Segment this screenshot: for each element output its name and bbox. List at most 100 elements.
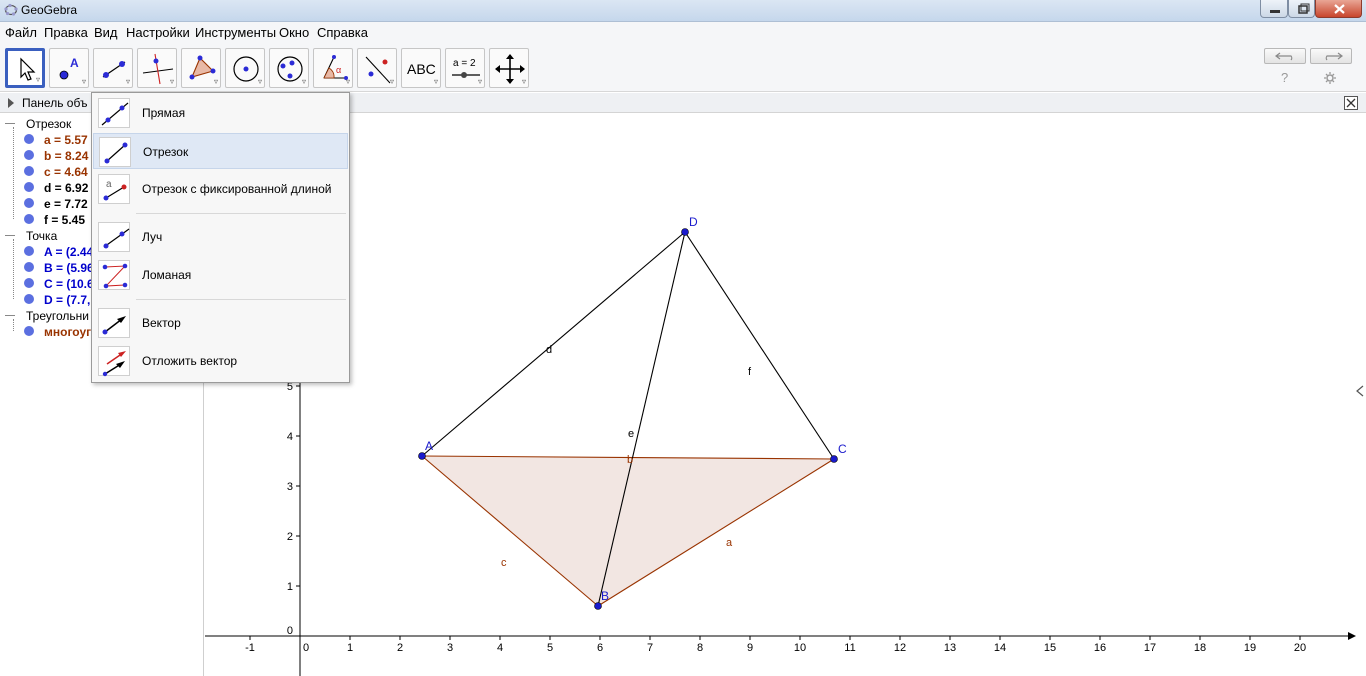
x-tick-label: 1 xyxy=(347,642,353,654)
svg-text:a = 2: a = 2 xyxy=(453,58,476,69)
visibility-toggle[interactable] xyxy=(24,166,34,176)
x-tick-label: 4 xyxy=(497,642,503,654)
menu-tools[interactable]: Инструменты xyxy=(195,25,276,40)
tool-point[interactable]: A ▿ xyxy=(49,48,89,88)
menu-help[interactable]: Справка xyxy=(317,25,368,40)
menu-item-label: Ломаная xyxy=(142,268,192,282)
expand-arrow-icon[interactable] xyxy=(6,97,16,109)
segment-f[interactable] xyxy=(684,231,835,460)
object-A[interactable]: A = (2.44 xyxy=(44,245,93,259)
object-e[interactable]: e = 7.72 xyxy=(44,197,88,211)
menu-separator xyxy=(136,299,346,300)
segment-icon xyxy=(99,137,131,167)
menu-item-label: Отрезок xyxy=(143,145,189,159)
point-A[interactable] xyxy=(418,452,426,460)
geometry-canvas[interactable]: -1 0 1 2 3 4 5 6 7 8 9 10 11 12 13 14 15 16 17 18 19 20012345… xyxy=(205,114,1366,676)
point-B[interactable] xyxy=(594,602,602,610)
redo-button[interactable] xyxy=(1310,48,1352,64)
menu-settings[interactable]: Настройки xyxy=(126,25,190,40)
x-tick-label: 7 xyxy=(647,642,653,654)
object-polygon[interactable]: многоуг xyxy=(44,325,91,339)
tool-reflect[interactable]: ▿ xyxy=(357,48,397,88)
fixed-segment-icon: a xyxy=(98,174,130,204)
menu-file[interactable]: Файл xyxy=(5,25,37,40)
menu-item-polyline[interactable]: Ломаная xyxy=(93,257,348,293)
title-bar: GeoGebra xyxy=(0,0,1366,22)
object-f[interactable]: f = 5.45 xyxy=(44,213,85,227)
visibility-toggle[interactable] xyxy=(24,246,34,256)
segment-d[interactable] xyxy=(421,231,686,457)
undo-icon xyxy=(1275,52,1293,61)
object-d[interactable]: d = 6.92 xyxy=(44,181,88,195)
close-view-icon[interactable] xyxy=(1344,96,1358,110)
menu-item-vector[interactable]: Вектор xyxy=(93,305,348,341)
visibility-toggle[interactable] xyxy=(24,262,34,272)
menu-item-ray[interactable]: Луч xyxy=(93,219,348,255)
tool-slider[interactable]: a = 2 ▿ xyxy=(445,48,485,88)
help-icon[interactable]: ? xyxy=(1281,70,1288,85)
close-button[interactable] xyxy=(1315,0,1362,18)
restore-button[interactable] xyxy=(1288,0,1315,18)
menu-view[interactable]: Вид xyxy=(94,25,118,40)
x-tick-label: -1 xyxy=(245,642,255,654)
point-C[interactable] xyxy=(830,455,838,463)
x-tick-label: 2 xyxy=(397,642,403,654)
x-tick-label: 18 xyxy=(1194,642,1206,654)
visibility-toggle[interactable] xyxy=(24,134,34,144)
point-D[interactable] xyxy=(681,228,689,236)
visibility-toggle[interactable] xyxy=(24,182,34,192)
x-tick-label: 10 xyxy=(794,642,806,654)
segment-label-e: e xyxy=(628,428,634,440)
visibility-toggle[interactable] xyxy=(24,326,34,336)
toolbar: ▿ A ▿ ▿ ▿ ▿ ▿ ▿ α ▿ ▿ ABC ▿ a = 2 ▿ ▿ ? xyxy=(0,43,1366,92)
tree-line xyxy=(13,239,14,299)
visibility-toggle[interactable] xyxy=(24,150,34,160)
close-icon xyxy=(1334,4,1345,14)
tool-move-graphics[interactable]: ▿ xyxy=(489,48,529,88)
tool-angle[interactable]: α ▿ xyxy=(313,48,353,88)
object-D[interactable]: D = (7.7, xyxy=(44,293,90,307)
menu-bar: Файл Правка Вид Настройки Инструменты Ок… xyxy=(0,22,1366,43)
undo-button[interactable] xyxy=(1264,48,1306,64)
menu-item-label: Вектор xyxy=(142,316,181,330)
visibility-toggle[interactable] xyxy=(24,198,34,208)
segment-label-f: f xyxy=(748,366,752,378)
algebra-title: Панель объ xyxy=(22,96,88,110)
svg-text:ABC: ABC xyxy=(407,61,436,77)
menu-item-segment[interactable]: Отрезок xyxy=(93,133,348,169)
point-label-B: B xyxy=(601,589,609,603)
menu-window[interactable]: Окно xyxy=(279,25,309,40)
visibility-toggle[interactable] xyxy=(24,294,34,304)
object-C[interactable]: C = (10.6 xyxy=(44,277,94,291)
tool-polygon[interactable]: ▿ xyxy=(181,48,221,88)
menu-separator xyxy=(136,213,346,214)
tool-circle[interactable]: ▿ xyxy=(225,48,265,88)
settings-gear-icon[interactable] xyxy=(1323,71,1337,85)
menu-item-line[interactable]: Прямая xyxy=(93,95,348,131)
object-B[interactable]: B = (5.96 xyxy=(44,261,94,275)
y-tick-label: 3 xyxy=(287,481,293,493)
side-panel-arrow-icon[interactable] xyxy=(1356,385,1364,397)
window-title: GeoGebra xyxy=(21,3,78,17)
object-b[interactable]: b = 8.24 xyxy=(44,149,88,163)
menu-item-label: Прямая xyxy=(142,106,186,120)
tool-line[interactable]: ▿ xyxy=(93,48,133,88)
graphics-view[interactable]: -1 0 1 2 3 4 5 6 7 8 9 10 11 12 13 14 15 16 17 18 19 20 0 1 2 3 4 5… xyxy=(205,93,1366,676)
menu-edit[interactable]: Правка xyxy=(44,25,88,40)
svg-text:A: A xyxy=(70,56,79,70)
vector-from-point-icon xyxy=(98,346,130,377)
visibility-toggle[interactable] xyxy=(24,214,34,224)
y-tick-label: 0 xyxy=(287,625,293,637)
menu-item-fixed-segment[interactable]: a Отрезок с фиксированной длиной xyxy=(93,171,348,207)
x-tick-label: 15 xyxy=(1044,642,1056,654)
tool-move[interactable]: ▿ xyxy=(5,48,45,88)
tool-text[interactable]: ABC ▿ xyxy=(401,48,441,88)
object-a[interactable]: a = 5.57 xyxy=(44,133,88,147)
tool-ellipse[interactable]: ▿ xyxy=(269,48,309,88)
object-c[interactable]: c = 4.64 xyxy=(44,165,88,179)
tool-perpendicular[interactable]: ▿ xyxy=(137,48,177,88)
segment-tools-menu: Прямая Отрезок a Отрезок с фиксированной… xyxy=(91,92,350,383)
minimize-button[interactable] xyxy=(1260,0,1288,18)
menu-item-vector-from-point[interactable]: Отложить вектор xyxy=(93,343,348,379)
visibility-toggle[interactable] xyxy=(24,278,34,288)
